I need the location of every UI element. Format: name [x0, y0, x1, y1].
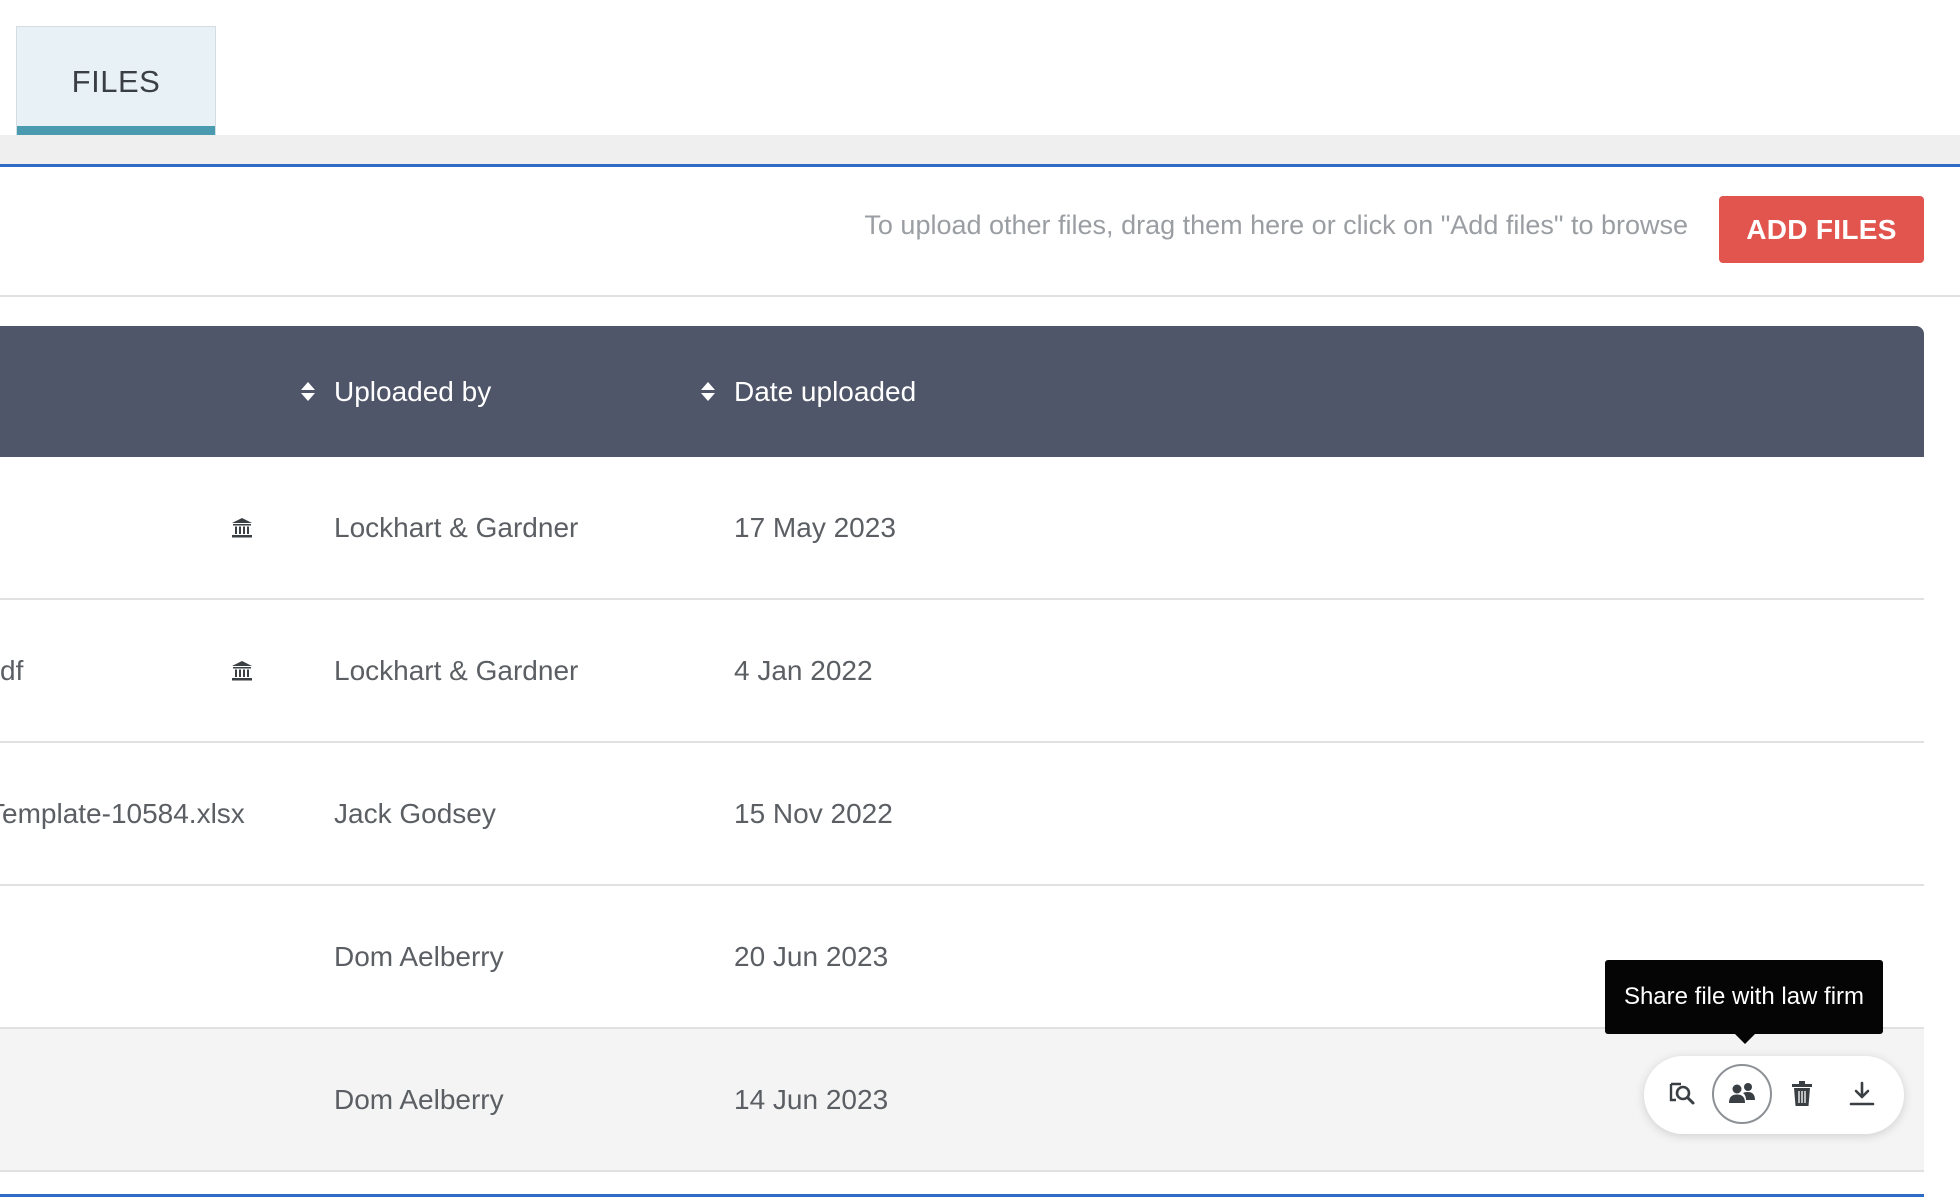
file-name-cell[interactable]: df: [0, 600, 23, 741]
date-cell: 15 Nov 2022: [734, 797, 893, 829]
delete-button[interactable]: [1772, 1064, 1832, 1124]
preview-button[interactable]: [1652, 1064, 1712, 1124]
law-firm-icon: [230, 457, 254, 598]
date-cell: 20 Jun 2023: [734, 940, 889, 972]
uploaded-by-cell: Lockhart & Gardner: [334, 511, 579, 543]
download-icon: [1849, 1081, 1875, 1106]
table-row[interactable]: df Lockhart & Gardner 4 Jan 2022: [0, 600, 1924, 743]
share-with-law-firm-button[interactable]: [1712, 1064, 1772, 1124]
tooltip-text: Share file with law firm: [1623, 983, 1865, 1010]
table-header: Uploaded by Date uploaded: [0, 326, 1924, 457]
uploaded-by-cell: Jack Godsey: [334, 797, 496, 829]
upload-dropzone[interactable]: To upload other files, drag them here or…: [0, 167, 1960, 297]
file-name-cell[interactable]: Template-10584.xlsx: [0, 743, 245, 884]
bottom-divider: [0, 1194, 1924, 1197]
uploaded-by-cell: Lockhart & Gardner: [334, 654, 579, 686]
tooltip: Share file with law firm: [1605, 960, 1883, 1044]
preview-icon: [1669, 1082, 1695, 1105]
sort-icon: [300, 382, 316, 401]
download-button[interactable]: [1832, 1064, 1892, 1124]
date-cell: 14 Jun 2023: [734, 1083, 889, 1115]
table-row[interactable]: Template-10584.xlsx Jack Godsey 15 Nov 2…: [0, 743, 1924, 886]
tab-strip: FILES: [0, 0, 1960, 164]
column-label: Date uploaded: [734, 375, 917, 407]
table-row[interactable]: Dom Aelberry 14 Jun 2023: [0, 1029, 1924, 1172]
column-label: Uploaded by: [334, 375, 492, 407]
tooltip-caret: [1735, 1034, 1755, 1044]
files-table: Uploaded by Date uploaded Lockhart & Gar…: [0, 326, 1924, 1172]
tab-strip-band: [0, 135, 1960, 164]
trash-icon: [1792, 1081, 1812, 1106]
share-with-firm-icon: [1729, 1083, 1755, 1103]
column-header-uploaded-by[interactable]: Uploaded by: [300, 326, 491, 457]
sort-icon: [700, 382, 716, 401]
uploaded-by-cell: Dom Aelberry: [334, 1083, 504, 1115]
add-files-button[interactable]: ADD FILES: [1719, 196, 1924, 263]
column-header-date-uploaded[interactable]: Date uploaded: [700, 326, 916, 457]
date-cell: 4 Jan 2022: [734, 654, 873, 686]
row-actions: [1644, 1056, 1904, 1134]
law-firm-icon: [230, 600, 254, 741]
tab-files[interactable]: FILES: [16, 26, 216, 136]
uploaded-by-cell: Dom Aelberry: [334, 940, 504, 972]
table-row[interactable]: Lockhart & Gardner 17 May 2023: [0, 457, 1924, 600]
upload-hint: To upload other files, drag them here or…: [864, 210, 1688, 240]
tab-files-label: FILES: [71, 63, 161, 99]
date-cell: 17 May 2023: [734, 511, 896, 543]
